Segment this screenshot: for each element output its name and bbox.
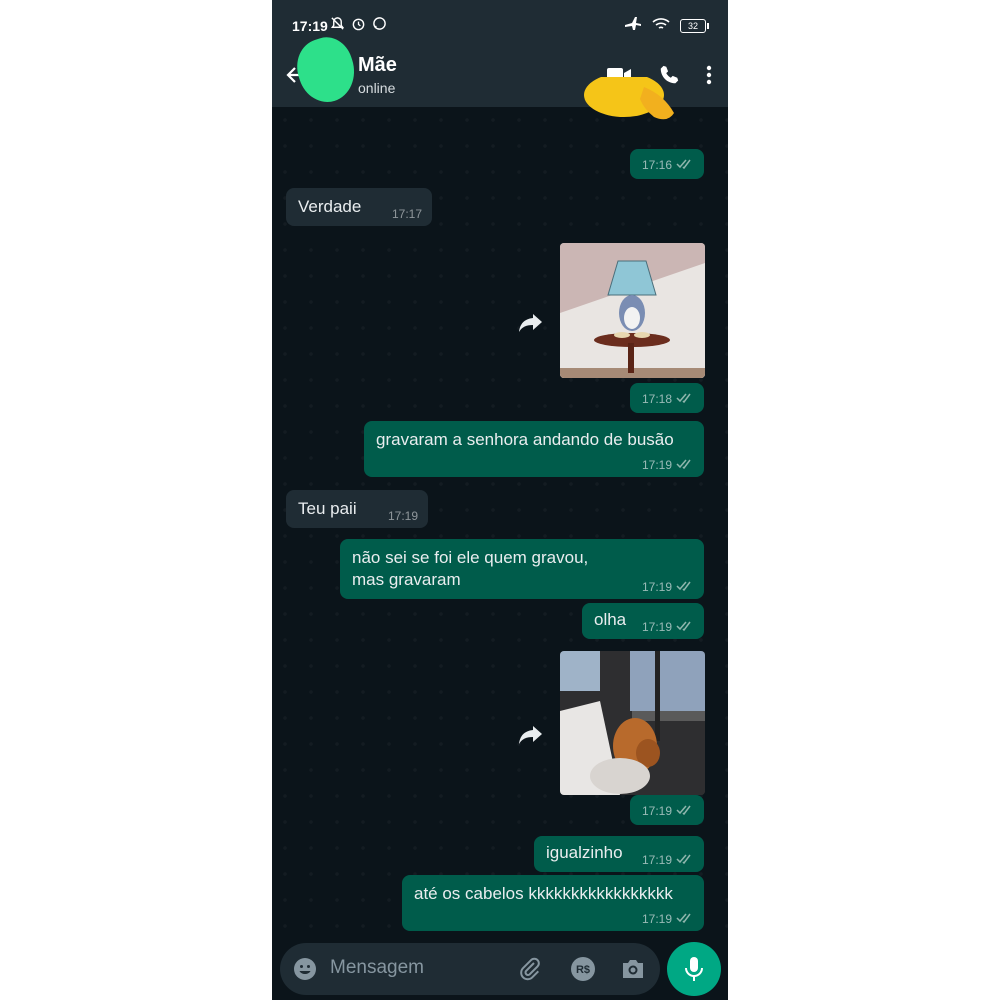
message-text: gravaram a senhora andando de busão bbox=[376, 430, 674, 449]
microphone-icon bbox=[683, 956, 705, 987]
message-time-badge: 17:19 bbox=[630, 795, 704, 825]
message-list[interactable]: 17:16 Verdade 17:17 17:18 gravaram a sen… bbox=[272, 73, 728, 937]
wifi-icon bbox=[652, 17, 670, 34]
message-time: 17:19 bbox=[641, 580, 672, 594]
message-bubble-incoming[interactable]: Teu paii 17:19 bbox=[286, 490, 428, 528]
svg-text:R$: R$ bbox=[576, 964, 590, 976]
payment-icon[interactable]: R$ bbox=[570, 956, 596, 987]
message-text: Verdade bbox=[298, 197, 362, 216]
message-bubble-incoming[interactable]: Verdade 17:17 bbox=[286, 188, 432, 226]
message-bubble-outgoing[interactable]: até os cabelos kkkkkkkkkkkkkkkkk 17:19 bbox=[402, 875, 704, 931]
message-text: até os cabelos kkkkkkkkkkkkkkkkk bbox=[414, 884, 673, 903]
emoji-icon[interactable] bbox=[293, 957, 317, 986]
message-time: 17:19 bbox=[387, 509, 418, 523]
contact-status: online bbox=[358, 80, 396, 96]
muted-bell-icon bbox=[330, 16, 345, 34]
microphone-button[interactable] bbox=[667, 942, 721, 996]
double-check-icon bbox=[676, 392, 694, 406]
message-time: 17:19 bbox=[641, 458, 672, 472]
airplane-mode-icon bbox=[624, 16, 642, 35]
message-placeholder: Mensagem bbox=[330, 957, 424, 978]
status-time: 17:19 bbox=[292, 18, 328, 34]
message-time: 17:19 bbox=[641, 620, 672, 634]
paperclip-icon[interactable] bbox=[518, 957, 542, 986]
forward-icon[interactable] bbox=[518, 312, 544, 339]
double-check-icon bbox=[676, 620, 694, 634]
gif-message-lamp[interactable] bbox=[560, 243, 705, 378]
message-text: olha bbox=[594, 610, 627, 629]
double-check-icon bbox=[676, 158, 694, 172]
composer-bar: Mensagem R$ bbox=[272, 937, 728, 1000]
double-check-icon bbox=[676, 458, 694, 472]
contact-name[interactable]: Mãe bbox=[358, 54, 397, 77]
alarm-icon bbox=[351, 16, 366, 34]
message-bubble-outgoing[interactable]: gravaram a senhora andando de busão 17:1… bbox=[364, 421, 704, 477]
message-time: 17:19 bbox=[641, 912, 672, 926]
whatsapp-phone-screen: 17:19 32 Mãe online 17:16 Verdade 17:17 … bbox=[272, 0, 728, 1000]
message-time: 17:19 bbox=[641, 853, 672, 867]
message-time-badge: 17:18 bbox=[630, 383, 704, 413]
double-check-icon bbox=[676, 912, 694, 926]
message-bubble-outgoing[interactable]: não sei se foi ele quem gravou, mas grav… bbox=[340, 539, 704, 599]
forward-icon[interactable] bbox=[518, 724, 544, 751]
sticker-message[interactable] bbox=[582, 73, 682, 147]
camera-icon[interactable] bbox=[620, 957, 646, 986]
message-time: 17:18 bbox=[641, 392, 672, 406]
message-input[interactable]: Mensagem R$ bbox=[280, 943, 660, 995]
message-time-badge: 17:16 bbox=[630, 149, 704, 179]
double-check-icon bbox=[676, 853, 694, 867]
message-time: 17:19 bbox=[641, 804, 672, 818]
message-time: 17:16 bbox=[641, 158, 672, 172]
battery-indicator: 32 bbox=[680, 18, 709, 33]
message-text: igualzinho bbox=[546, 843, 623, 862]
more-vert-icon[interactable] bbox=[706, 65, 712, 90]
message-bubble-outgoing[interactable]: olha 17:19 bbox=[582, 603, 704, 639]
double-check-icon bbox=[676, 580, 694, 594]
double-check-icon bbox=[676, 804, 694, 818]
message-time: 17:17 bbox=[391, 207, 422, 221]
whatsapp-notification-icon bbox=[372, 16, 387, 34]
message-text: não sei se foi ele quem gravou, mas grav… bbox=[352, 548, 589, 589]
message-bubble-outgoing[interactable]: igualzinho 17:19 bbox=[534, 836, 704, 872]
gif-message-orangutan[interactable] bbox=[560, 651, 705, 795]
message-text: Teu paii bbox=[298, 499, 357, 518]
